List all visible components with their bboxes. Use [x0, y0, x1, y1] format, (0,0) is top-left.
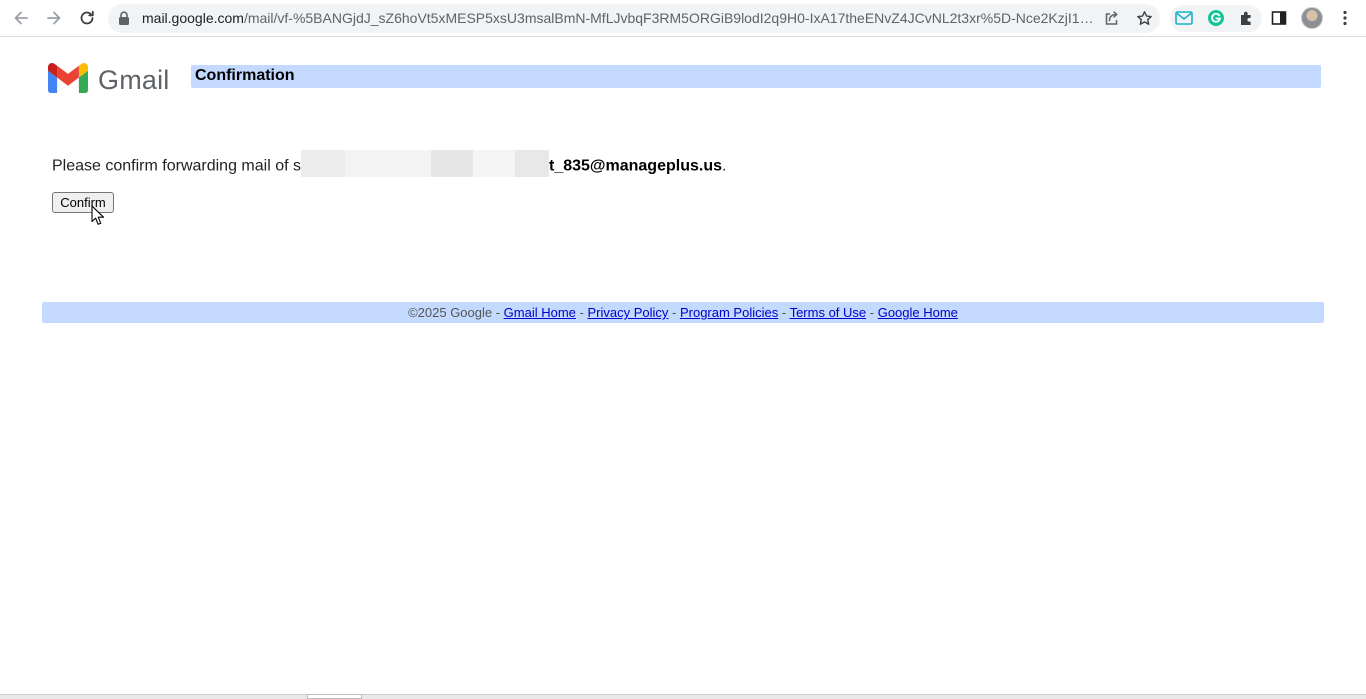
footer-link-gmail-home[interactable]: Gmail Home: [504, 305, 576, 320]
footer-separator: -: [575, 305, 588, 320]
footer-link-terms-of-use[interactable]: Terms of Use: [790, 305, 867, 320]
confirmation-message: Please confirm forwarding mail of s t_835…: [52, 150, 727, 177]
kebab-menu-icon[interactable]: [1333, 6, 1357, 30]
address-bar[interactable]: mail.google.com/mail/vf-%5BANGjdJ_sZ6hoV…: [108, 4, 1160, 33]
lock-icon[interactable]: [118, 11, 130, 31]
footer-separator: -: [668, 305, 680, 320]
message-suffix: .: [721, 157, 727, 175]
share-icon[interactable]: [1100, 7, 1122, 29]
gmail-m-icon: [48, 63, 88, 98]
footer-bar: ©2025 Google - Gmail Home - Privacy Poli…: [42, 302, 1324, 323]
taskbar-item[interactable]: [307, 694, 362, 699]
mouse-cursor-icon: [91, 205, 105, 231]
extensions-group: [1170, 5, 1262, 32]
forwarding-email-address: t_835@manageplus.us: [548, 157, 722, 175]
bookmark-star-icon[interactable]: [1133, 7, 1155, 29]
footer-copyright: ©2025 Google: [408, 305, 493, 320]
grammarly-icon[interactable]: [1204, 6, 1228, 30]
page-title: Confirmation: [195, 67, 295, 84]
redacted-email-block: [300, 150, 549, 177]
side-panel-icon[interactable]: [1267, 6, 1291, 30]
profile-avatar[interactable]: [1300, 6, 1324, 30]
message-prefix: Please confirm forwarding mail of: [52, 157, 293, 175]
email-partial-lead: s: [292, 157, 301, 175]
footer-link-privacy-policy[interactable]: Privacy Policy: [587, 305, 668, 320]
url-text[interactable]: mail.google.com/mail/vf-%5BANGjdJ_sZ6hoV…: [142, 4, 1100, 33]
url-path: /mail/vf-%5BANGjdJ_sZ6hoVt5xMESP5xsU3msa…: [243, 10, 1100, 26]
taskbar-edge: [0, 694, 1366, 699]
footer-link-program-policies[interactable]: Program Policies: [680, 305, 778, 320]
footer-separator: -: [866, 305, 878, 320]
url-host: mail.google.com: [142, 10, 244, 26]
puzzle-extensions-icon[interactable]: [1235, 6, 1259, 30]
footer-separator: -: [492, 305, 504, 320]
gmail-wordmark: Gmail: [98, 65, 170, 95]
footer-link-google-home[interactable]: Google Home: [878, 305, 958, 320]
forward-icon[interactable]: [42, 6, 66, 30]
footer-separator: -: [778, 305, 790, 320]
gmail-logo[interactable]: Gmail: [48, 63, 170, 98]
mail-extension-icon[interactable]: [1172, 6, 1196, 30]
reload-icon[interactable]: [75, 6, 99, 30]
page-title-bar: Confirmation: [191, 65, 1321, 88]
back-icon[interactable]: [9, 6, 33, 30]
avatar: [1301, 7, 1323, 29]
browser-toolbar: mail.google.com/mail/vf-%5BANGjdJ_sZ6hoV…: [0, 0, 1366, 37]
